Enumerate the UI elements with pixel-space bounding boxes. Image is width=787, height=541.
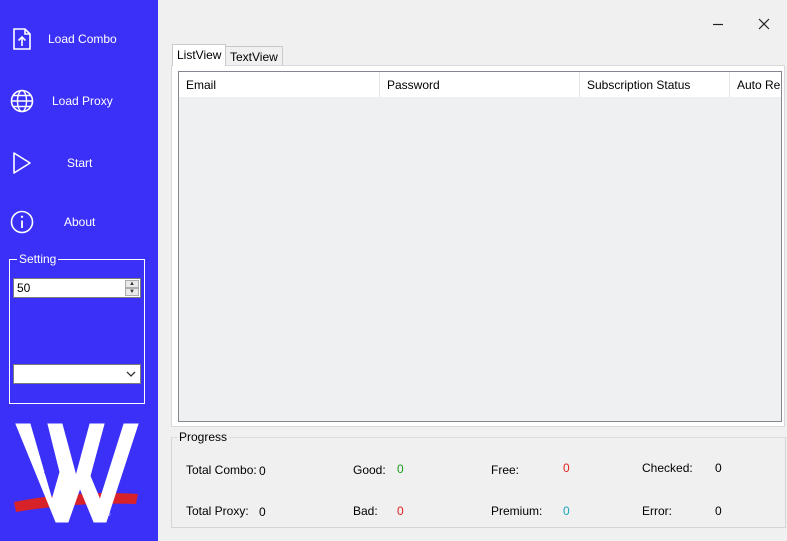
start-label: Start <box>67 156 93 170</box>
results-listview[interactable]: Email Password Subscription Status Auto … <box>178 71 782 422</box>
free-label: Free: <box>491 463 520 477</box>
load-combo-button[interactable]: Load Combo <box>0 14 158 64</box>
column-header-email[interactable]: Email <box>179 72 380 97</box>
load-proxy-button[interactable]: Load Proxy <box>0 76 158 126</box>
tab-textview[interactable]: TextView <box>225 46 283 65</box>
premium-label: Premium: <box>491 504 543 518</box>
setting-group: Setting 50 ▲ ▼ <box>9 252 145 404</box>
error-value: 0 <box>715 504 722 518</box>
minimize-icon[interactable] <box>708 14 728 34</box>
load-proxy-label: Load Proxy <box>52 94 113 108</box>
svg-text:®: ® <box>106 511 111 518</box>
tab-listview[interactable]: ListView <box>172 44 227 66</box>
load-combo-label: Load Combo <box>48 32 117 46</box>
column-header-auto-renew[interactable]: Auto Rer <box>730 72 781 97</box>
setting-legend: Setting <box>17 252 59 266</box>
tab-listview-label: ListView <box>177 48 222 62</box>
sidebar: Load Combo Load Proxy Start About Settin… <box>0 0 158 541</box>
threads-spinbox[interactable]: 50 ▲ ▼ <box>13 278 141 298</box>
settings-dropdown[interactable] <box>13 364 141 384</box>
start-button[interactable]: Start <box>0 138 158 188</box>
bad-label: Bad: <box>353 504 378 518</box>
play-icon <box>13 152 31 174</box>
checked-value: 0 <box>715 461 722 475</box>
upload-file-icon <box>13 28 31 50</box>
close-icon[interactable] <box>754 14 774 34</box>
threads-value[interactable]: 50 <box>17 281 30 295</box>
total-combo-value: 0 <box>259 464 266 478</box>
premium-value: 0 <box>563 504 570 518</box>
bad-value: 0 <box>397 504 404 518</box>
progress-legend: Progress <box>177 430 230 444</box>
listview-header: Email Password Subscription Status Auto … <box>179 72 781 97</box>
good-value: 0 <box>397 462 404 476</box>
total-proxy-value: 0 <box>259 505 266 519</box>
total-combo-label: Total Combo: <box>186 463 257 477</box>
tab-textview-label: TextView <box>230 50 278 64</box>
listview-tab-panel: Email Password Subscription Status Auto … <box>171 65 785 427</box>
spin-buttons: ▲ ▼ <box>125 280 139 296</box>
spin-down-button[interactable]: ▼ <box>125 288 139 296</box>
column-header-subscription-status[interactable]: Subscription Status <box>580 72 730 97</box>
globe-icon <box>10 89 34 113</box>
wwe-logo: ® <box>14 423 139 523</box>
chevron-down-icon <box>126 371 136 377</box>
info-icon <box>10 210 34 234</box>
about-label: About <box>64 215 96 229</box>
checked-label: Checked: <box>642 461 693 475</box>
progress-group: Progress Total Combo: 0 Total Proxy: 0 G… <box>171 430 786 528</box>
spin-up-button[interactable]: ▲ <box>125 280 139 288</box>
error-label: Error: <box>642 504 672 518</box>
about-button[interactable]: About <box>0 197 158 247</box>
good-label: Good: <box>353 463 386 477</box>
free-value: 0 <box>563 461 570 475</box>
total-proxy-label: Total Proxy: <box>186 504 249 518</box>
column-header-password[interactable]: Password <box>380 72 580 97</box>
